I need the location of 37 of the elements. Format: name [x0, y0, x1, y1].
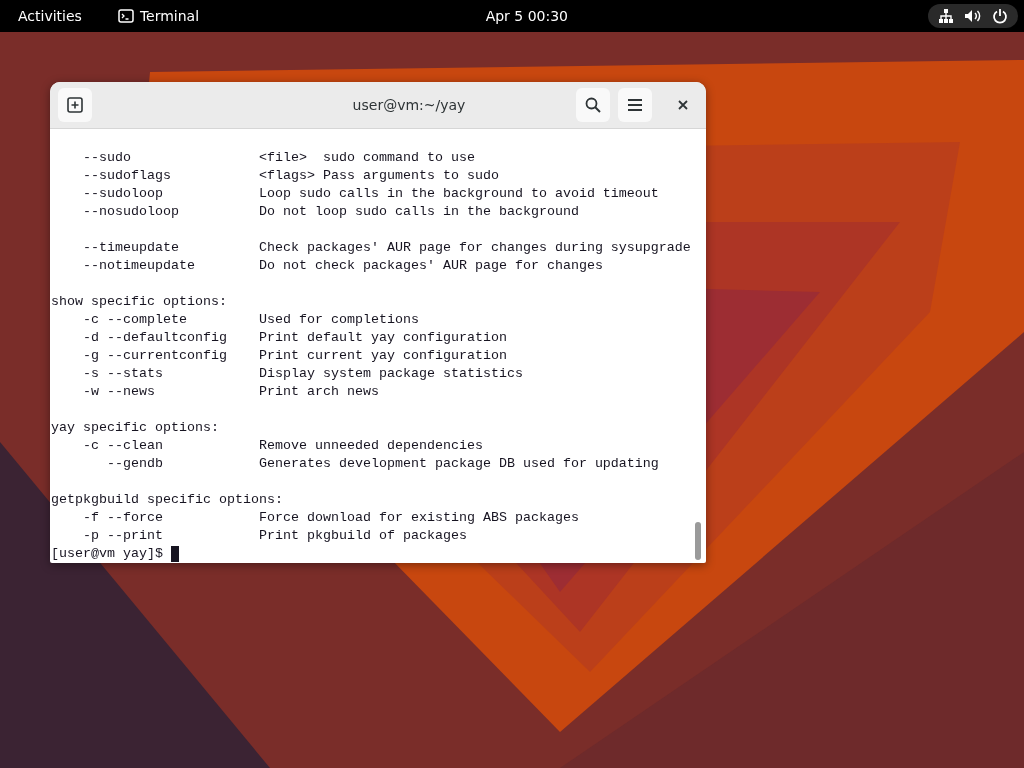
scrollbar-thumb[interactable] — [695, 522, 701, 560]
power-icon — [992, 8, 1008, 24]
shell-prompt: [user@vm yay]$ — [51, 545, 164, 563]
terminal-line: --sudoloop Loop sudo calls in the background to avoid timeout — [82, 185, 660, 203]
terminal-line: -c --complete Used for completions — [82, 311, 420, 329]
terminal-line: getpkgbuild specific options: — [51, 491, 284, 509]
terminal-line: -s --stats Display system package statistics — [82, 365, 524, 383]
terminal-line: --gendb Generates development package DB used for updating — [106, 455, 660, 473]
network-icon — [938, 8, 954, 24]
add-icon — [67, 97, 83, 113]
menu-button[interactable] — [618, 88, 652, 122]
app-menu[interactable]: Terminal — [117, 8, 200, 24]
terminal-line: -f --force Force download for existing ABS packages — [82, 509, 580, 527]
activities-button[interactable]: Activities — [18, 8, 82, 24]
search-button[interactable] — [576, 88, 610, 122]
terminal-line: --sudo <file> sudo command to use — [82, 149, 476, 167]
terminal-line: show specific options: — [51, 293, 228, 311]
search-icon — [585, 97, 601, 113]
terminal-line: -c --clean Remove unneeded dependencies — [82, 437, 484, 455]
text-cursor — [171, 546, 179, 562]
menu-icon — [627, 98, 643, 112]
terminal-line: yay specific options: — [51, 419, 220, 437]
window-title: user@vm:~/yay — [351, 97, 467, 113]
system-menu[interactable] — [928, 4, 1018, 28]
terminal-line: -w --news Print arch news — [82, 383, 380, 401]
terminal-icon — [117, 9, 134, 23]
terminal-line: --nosudoloop Do not loop sudo calls in the background — [82, 203, 580, 221]
terminal-line: --notimeupdate Do not check packages' AUR page for changes — [82, 257, 604, 275]
terminal-line: --sudoflags <flags> Pass arguments to sudo — [82, 167, 500, 185]
terminal-line: -d --defaultconfig Print default yay configuration — [82, 329, 508, 347]
clock[interactable]: Apr 5 00:30 — [485, 8, 568, 24]
close-icon — [678, 100, 688, 110]
terminal-line: -g --currentconfig Print current yay configuration — [82, 347, 508, 365]
terminal-line: --timeupdate Check packages' AUR page for changes during sysupgrade — [82, 239, 692, 257]
volume-icon — [964, 8, 982, 24]
new-tab-button[interactable] — [58, 88, 92, 122]
terminal-line: -p --print Print pkgbuild of packages — [82, 527, 468, 545]
